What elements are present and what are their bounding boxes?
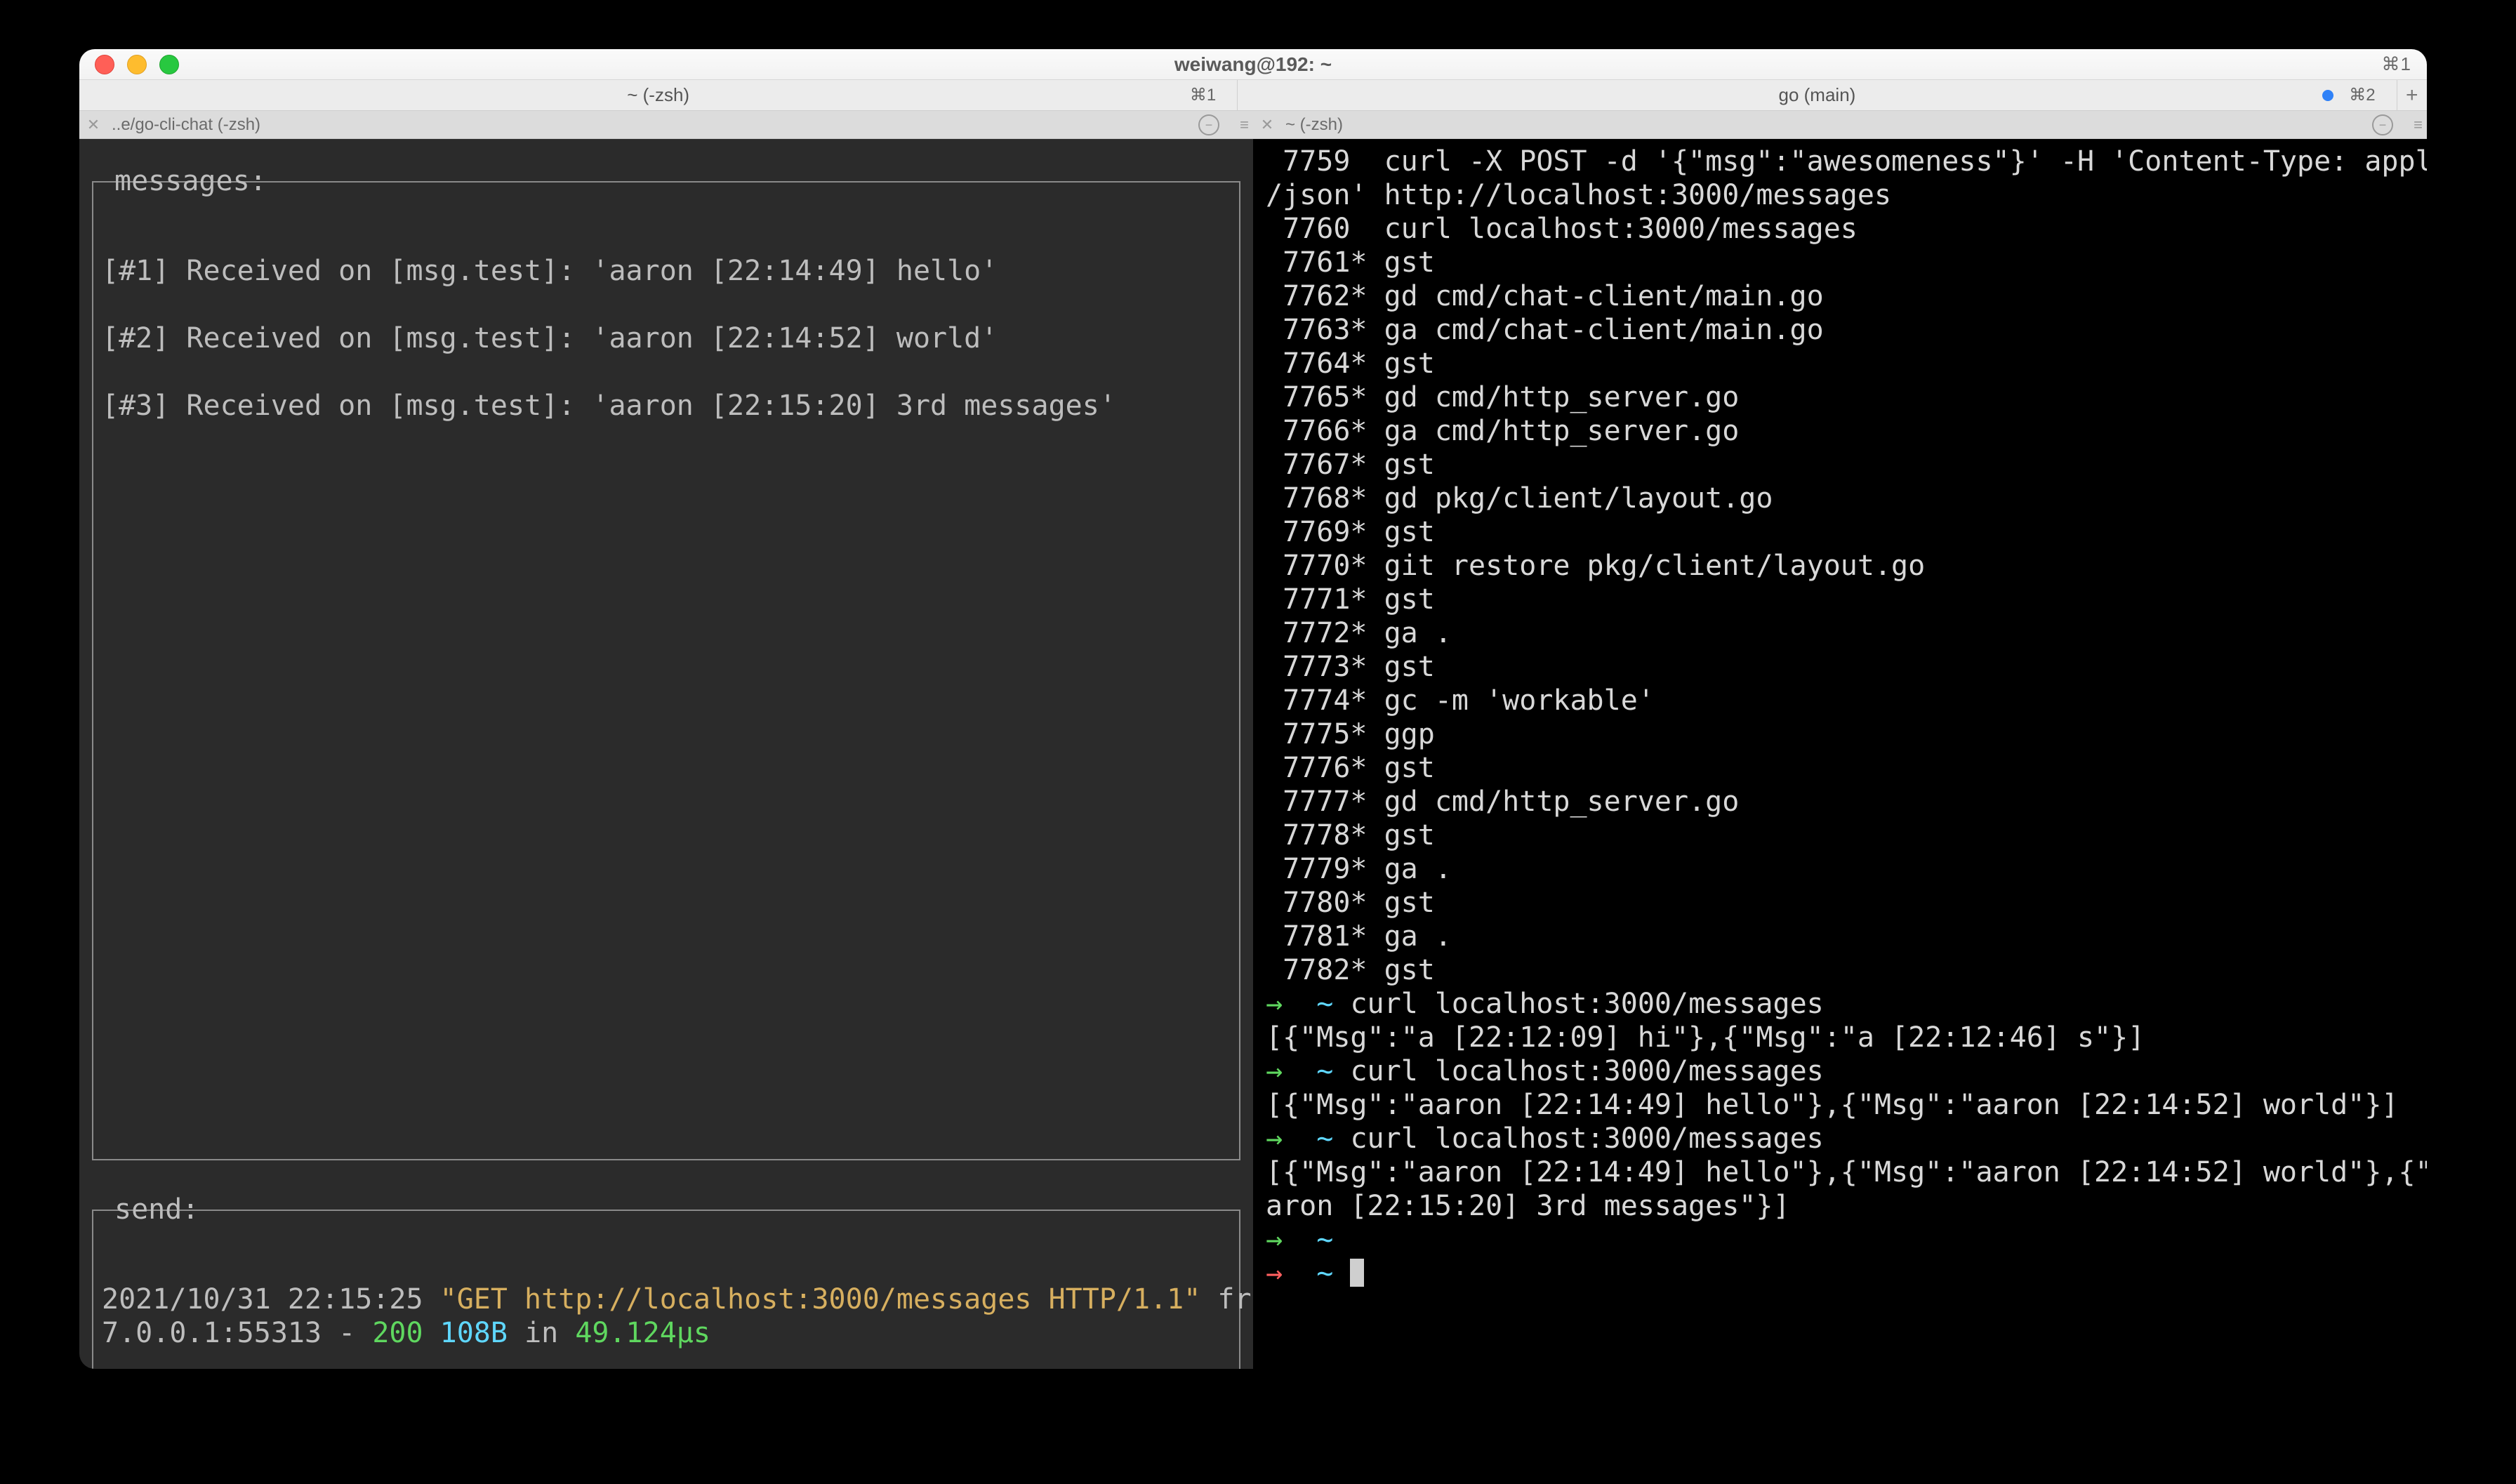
log-in: in bbox=[508, 1317, 575, 1349]
profile-tab-shortcut: ⌘2 bbox=[2349, 85, 2375, 105]
log-duration: 49.124µs bbox=[575, 1317, 710, 1349]
history-line: 7760 curl localhost:3000/messages bbox=[1266, 212, 2414, 246]
activity-dot-icon bbox=[2322, 90, 2333, 101]
send-panel-title: send: bbox=[110, 1193, 203, 1226]
history-line: 7767* gst bbox=[1266, 448, 2414, 482]
prompt-path: ~ bbox=[1316, 1122, 1333, 1155]
output-line: [{"Msg":"a [22:12:09] hi"},{"Msg":"a [22… bbox=[1266, 1021, 2414, 1054]
history-line: 7777* gd cmd/http_server.go bbox=[1266, 785, 2414, 819]
history-line: 7779* ga . bbox=[1266, 852, 2414, 886]
send-panel: send: 2021/10/31 22:15:25 "GET http://lo… bbox=[92, 1210, 1240, 1369]
pane-left: ✕ ..e/go-cli-chat (-zsh) − ≡ messages: [… bbox=[79, 111, 1253, 1369]
prompt-arrow-icon: → bbox=[1266, 1224, 1283, 1256]
log-bytes: 108B bbox=[423, 1317, 508, 1349]
messages-panel-title: messages: bbox=[110, 164, 271, 198]
output-line: [{"Msg":"aaron [22:14:49] hello"},{"Msg"… bbox=[1266, 1088, 2414, 1122]
prompt-command bbox=[1333, 1257, 1350, 1290]
prompt-path: ~ bbox=[1316, 1224, 1333, 1256]
prompt-path: ~ bbox=[1316, 1055, 1333, 1087]
prompt-line: → ~ curl localhost:3000/messages bbox=[1266, 1054, 2414, 1088]
messages-panel: messages: [#1] Received on [msg.test]: '… bbox=[92, 181, 1240, 1160]
prompt-line: → ~ bbox=[1266, 1223, 2414, 1257]
pane-right: ✕ ~ (-zsh) − ≡ 7759 curl -X POST -d '{"m… bbox=[1253, 111, 2427, 1369]
add-tab-button[interactable]: + bbox=[2397, 80, 2427, 110]
history-line: 7773* gst bbox=[1266, 650, 2414, 684]
pane-menu-icon[interactable]: − bbox=[1198, 114, 1219, 135]
prompt-command: curl localhost:3000/messages bbox=[1333, 1055, 1823, 1087]
pane-menu-icon[interactable]: − bbox=[2372, 114, 2393, 135]
terminal-window: weiwang@192: ~ ⌘1 ~ (-zsh) ⌘1 go (main) … bbox=[79, 49, 2427, 1369]
history-line: 7765* gd cmd/http_server.go bbox=[1266, 380, 2414, 414]
profile-tab-right[interactable]: go (main) ⌘2 bbox=[1238, 80, 2396, 110]
titlebar: weiwang@192: ~ ⌘1 bbox=[79, 49, 2427, 80]
history-line: 7766* ga cmd/http_server.go bbox=[1266, 414, 2414, 448]
history-line: 7774* gc -m 'workable' bbox=[1266, 684, 2414, 717]
pane-drag-icon[interactable]: ≡ bbox=[2414, 116, 2420, 134]
history-line: 7770* git restore pkg/client/layout.go bbox=[1266, 549, 2414, 583]
profile-tab-label: go (main) bbox=[1779, 84, 1856, 106]
history-line: 7761* gst bbox=[1266, 246, 2414, 279]
pane-tabbar-left: ✕ ..e/go-cli-chat (-zsh) − ≡ bbox=[79, 111, 1253, 139]
history-line: 7776* gst bbox=[1266, 751, 2414, 785]
prompt-line: → ~ curl localhost:3000/messages bbox=[1266, 1122, 2414, 1155]
window-title: weiwang@192: ~ bbox=[79, 53, 2427, 76]
history-line: 7782* gst bbox=[1266, 953, 2414, 987]
prompt-arrow-icon: → bbox=[1266, 1257, 1283, 1290]
history-line: 7769* gst bbox=[1266, 515, 2414, 549]
prompt-command: curl localhost:3000/messages bbox=[1333, 988, 1823, 1020]
history-line: 7771* gst bbox=[1266, 583, 2414, 616]
prompt-command: curl localhost:3000/messages bbox=[1333, 1122, 1823, 1155]
profile-tab-label: ~ (-zsh) bbox=[627, 84, 689, 106]
log-status: 200 bbox=[372, 1317, 423, 1349]
cursor-icon bbox=[1350, 1259, 1364, 1287]
log-timestamp: 2021/10/31 22:15:25 bbox=[102, 1283, 440, 1316]
log-request: "GET http://localhost:3000/messages HTTP… bbox=[440, 1283, 1201, 1316]
pane-tab-label: ~ (-zsh) bbox=[1281, 115, 1347, 135]
message-line: [#1] Received on [msg.test]: 'aaron [22:… bbox=[102, 254, 1231, 288]
history-line: 7764* gst bbox=[1266, 347, 2414, 380]
close-tab-icon[interactable]: ✕ bbox=[1253, 116, 1281, 134]
pane-tabbar-right: ✕ ~ (-zsh) − ≡ bbox=[1253, 111, 2427, 139]
prompt-line: → ~ curl localhost:3000/messages bbox=[1266, 987, 2414, 1021]
history-line: 7759 curl -X POST -d '{"msg":"awesomenes… bbox=[1266, 145, 2414, 212]
history-line: 7775* ggp bbox=[1266, 717, 2414, 751]
close-tab-icon[interactable]: ✕ bbox=[79, 116, 107, 134]
profile-tab-shortcut: ⌘1 bbox=[1190, 85, 1216, 105]
window-shortcut: ⌘1 bbox=[2382, 53, 2411, 75]
prompt-line: → ~ bbox=[1266, 1257, 2414, 1290]
terminal-left[interactable]: messages: [#1] Received on [msg.test]: '… bbox=[79, 139, 1253, 1369]
profile-bar: ~ (-zsh) ⌘1 go (main) ⌘2 + bbox=[79, 80, 2427, 111]
history-line: 7778* gst bbox=[1266, 819, 2414, 852]
history-line: 7780* gst bbox=[1266, 886, 2414, 920]
pane-tab-label: ..e/go-cli-chat (-zsh) bbox=[107, 115, 265, 135]
output-line: [{"Msg":"aaron [22:14:49] hello"},{"Msg"… bbox=[1266, 1155, 2414, 1223]
history-line: 7763* ga cmd/chat-client/main.go bbox=[1266, 313, 2414, 347]
prompt-path: ~ bbox=[1316, 1257, 1333, 1290]
pane-drag-icon[interactable]: ≡ bbox=[1240, 116, 1246, 134]
terminal-right[interactable]: 7759 curl -X POST -d '{"msg":"awesomenes… bbox=[1253, 139, 2427, 1369]
message-line: [#3] Received on [msg.test]: 'aaron [22:… bbox=[102, 389, 1231, 423]
prompt-arrow-icon: → bbox=[1266, 1055, 1283, 1087]
history-line: 7781* ga . bbox=[1266, 920, 2414, 953]
prompt-path: ~ bbox=[1316, 988, 1333, 1020]
prompt-arrow-icon: → bbox=[1266, 988, 1283, 1020]
prompt-arrow-icon: → bbox=[1266, 1122, 1283, 1155]
history-line: 7762* gd cmd/chat-client/main.go bbox=[1266, 279, 2414, 313]
history-line: 7768* gd pkg/client/layout.go bbox=[1266, 482, 2414, 515]
profile-tab-left[interactable]: ~ (-zsh) ⌘1 bbox=[79, 80, 1238, 110]
message-line: [#2] Received on [msg.test]: 'aaron [22:… bbox=[102, 322, 1231, 355]
split-container: ✕ ..e/go-cli-chat (-zsh) − ≡ messages: [… bbox=[79, 111, 2427, 1369]
history-line: 7772* ga . bbox=[1266, 616, 2414, 650]
